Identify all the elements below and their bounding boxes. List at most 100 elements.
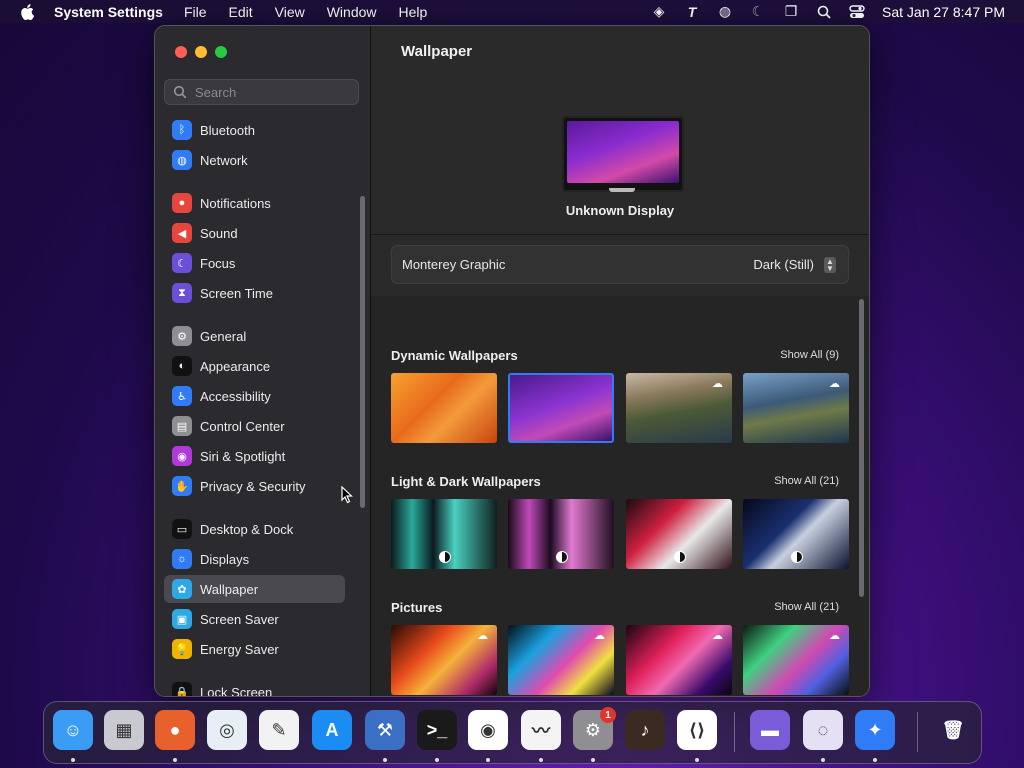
- menu-app-name[interactable]: System Settings: [54, 4, 163, 20]
- dock-firefox-icon[interactable]: ●: [155, 710, 195, 750]
- sidebar-item-privacy-security[interactable]: ✋ Privacy & Security: [164, 472, 345, 500]
- diamond-grid-icon[interactable]: ◈: [651, 3, 667, 20]
- sidebar-item-label: Focus: [200, 255, 236, 271]
- show-all-dynamic-button[interactable]: Show All (9): [774, 347, 845, 363]
- xcode-tools-glyph-icon: ⚒: [376, 719, 394, 740]
- sidebar-item-accessibility[interactable]: ♿ Accessibility: [164, 382, 345, 410]
- sidebar-item-screen-time[interactable]: ⧗ Screen Time: [164, 279, 345, 307]
- apple-menu-icon[interactable]: [20, 3, 34, 20]
- garageband-glyph-icon: ♪: [640, 719, 650, 740]
- sidebar-item-label: Screen Time: [200, 285, 273, 301]
- wallpaper-thumb-ventura[interactable]: [391, 373, 497, 443]
- close-button[interactable]: [175, 46, 187, 58]
- dock-freeform-icon[interactable]: 〰: [521, 710, 561, 750]
- sidebar-item-appearance[interactable]: ◐ Appearance: [164, 352, 345, 380]
- dock-launchpad-icon[interactable]: ▦: [104, 710, 144, 750]
- dock-trash-icon[interactable]: 🗑: [933, 710, 973, 750]
- running-indicator: [591, 758, 595, 762]
- menu-help[interactable]: Help: [399, 4, 428, 20]
- wallpaper-thumb-catalina-day[interactable]: ☁: [626, 373, 732, 443]
- sidebar-item-wallpaper[interactable]: ✿ Wallpaper: [164, 575, 345, 603]
- download-cloud-icon: ☁: [829, 630, 840, 642]
- wallpaper-gallery: Dynamic Wallpapers Show All (9) ☁ ☁ Ligh…: [371, 296, 869, 696]
- notification-badge: 1: [600, 707, 616, 723]
- zoom-button[interactable]: [215, 46, 227, 58]
- spotlight-search-icon[interactable]: [816, 4, 832, 20]
- sidebar-item-control-center[interactable]: ▤ Control Center: [164, 412, 345, 440]
- wallpaper-thumb-catalina-evening[interactable]: ☁: [743, 373, 849, 443]
- sidebar-item-siri-spotlight[interactable]: ◉ Siri & Spotlight: [164, 442, 345, 470]
- dock-app-store-icon[interactable]: A: [312, 710, 352, 750]
- dock-tor-browser-icon[interactable]: ◌: [803, 710, 843, 750]
- settings-window: ᛒ Bluetooth ◍ Network ● Notifications ◀ Sound ☾ F…: [154, 25, 870, 697]
- privacy-security-icon: ✋: [172, 476, 192, 496]
- wallpaper-thumb-pictures-3[interactable]: ☁: [626, 625, 732, 695]
- sidebar-item-label: Siri & Spotlight: [200, 448, 286, 464]
- dock-disk-utility-icon[interactable]: ▬: [750, 710, 790, 750]
- dock-finder-icon[interactable]: ☺: [53, 710, 93, 750]
- dock-terminal-icon[interactable]: >_: [417, 710, 457, 750]
- sidebar-item-focus[interactable]: ☾ Focus: [164, 249, 345, 277]
- menu-edit[interactable]: Edit: [229, 4, 253, 20]
- dock-xcode-tools-icon[interactable]: ⚒: [365, 710, 405, 750]
- dock-textedit-icon[interactable]: ✎: [259, 710, 299, 750]
- wallpaper-thumb-macbook-purple[interactable]: [508, 499, 614, 569]
- wallpaper-thumb-macbook-green[interactable]: [391, 499, 497, 569]
- sidebar-item-bluetooth[interactable]: ᛒ Bluetooth: [164, 116, 345, 144]
- moon-icon[interactable]: ☾: [750, 3, 766, 20]
- show-all-pictures-button[interactable]: Show All (21): [768, 599, 845, 615]
- dock-garageband-icon[interactable]: ♪: [625, 710, 665, 750]
- download-cloud-icon: ☁: [829, 378, 840, 390]
- sidebar-item-notifications[interactable]: ● Notifications: [164, 189, 345, 217]
- menu-file[interactable]: File: [184, 4, 207, 20]
- wallpaper-thumb-blue-sweep[interactable]: [743, 499, 849, 569]
- wallpaper-thumb-pictures-4[interactable]: ☁: [743, 625, 849, 695]
- minimize-button[interactable]: [195, 46, 207, 58]
- sidebar-item-general[interactable]: ⚙ General: [164, 322, 345, 350]
- sidebar-item-label: Screen Saver: [200, 611, 279, 627]
- search-input[interactable]: [193, 83, 357, 101]
- running-indicator: [539, 758, 543, 762]
- launchpad-glyph-icon: ▦: [115, 719, 133, 740]
- sidebar-item-network[interactable]: ◍ Network: [164, 146, 345, 174]
- sound-icon: ◀: [172, 223, 192, 243]
- wallpaper-thumb-monterey[interactable]: [508, 373, 614, 443]
- app-store-glyph-icon: A: [325, 719, 339, 740]
- dock-separator: [734, 712, 735, 752]
- dock-xcode-navigator-icon[interactable]: ✦: [855, 710, 895, 750]
- wallpaper-thumb-pictures-1[interactable]: ☁: [391, 625, 497, 695]
- menu-view[interactable]: View: [275, 4, 305, 20]
- chevron-up-down-icon[interactable]: ▲ ▼: [824, 257, 836, 273]
- show-all-light-dark-button[interactable]: Show All (21): [768, 473, 845, 489]
- dock-vs-code-icon[interactable]: ⟨⟩: [677, 710, 717, 750]
- menu-clock[interactable]: Sat Jan 27 8:47 PM: [882, 4, 1005, 20]
- sidebar-item-desktop-dock[interactable]: ▭ Desktop & Dock: [164, 515, 345, 543]
- wallpaper-thumb-red-sweep[interactable]: [626, 499, 732, 569]
- dock-safari-icon[interactable]: ◎: [207, 710, 247, 750]
- running-indicator: [383, 758, 387, 762]
- swirl-icon[interactable]: ◍: [717, 3, 733, 20]
- sidebar-item-sound[interactable]: ◀ Sound: [164, 219, 345, 247]
- sidebar-item-energy-saver[interactable]: 💡 Energy Saver: [164, 635, 345, 663]
- wallpaper-thumb-pictures-2[interactable]: ☁: [508, 625, 614, 695]
- menu-window[interactable]: Window: [327, 4, 377, 20]
- control-center-icon[interactable]: [849, 4, 865, 20]
- sidebar-scrollbar[interactable]: [360, 196, 365, 508]
- sidebar-item-displays[interactable]: ☼ Displays: [164, 545, 345, 573]
- menu-bar: System Settings File Edit View Window He…: [0, 0, 1024, 23]
- wallpaper-mode-value[interactable]: Dark (Still): [753, 257, 814, 272]
- dock-system-settings-icon[interactable]: ⚙ 1: [573, 707, 616, 750]
- network-icon: ◍: [172, 150, 192, 170]
- sidebar-item-lock-screen[interactable]: 🔒 Lock Screen: [164, 678, 345, 696]
- wallpaper-picker[interactable]: Monterey Graphic Dark (Still) ▲ ▼: [391, 245, 849, 284]
- search-icon: [173, 85, 187, 99]
- windows-icon[interactable]: ❐: [783, 3, 799, 20]
- download-cloud-icon: ☁: [712, 378, 723, 390]
- main-scrollbar[interactable]: [859, 299, 864, 597]
- sidebar-item-screen-saver[interactable]: ▣ Screen Saver: [164, 605, 345, 633]
- typeface-icon[interactable]: T: [684, 4, 700, 20]
- bluetooth-icon: ᛒ: [172, 120, 192, 140]
- search-field[interactable]: [164, 79, 359, 105]
- screen-saver-icon: ▣: [172, 609, 192, 629]
- dock-chrome-icon[interactable]: ◉: [468, 710, 508, 750]
